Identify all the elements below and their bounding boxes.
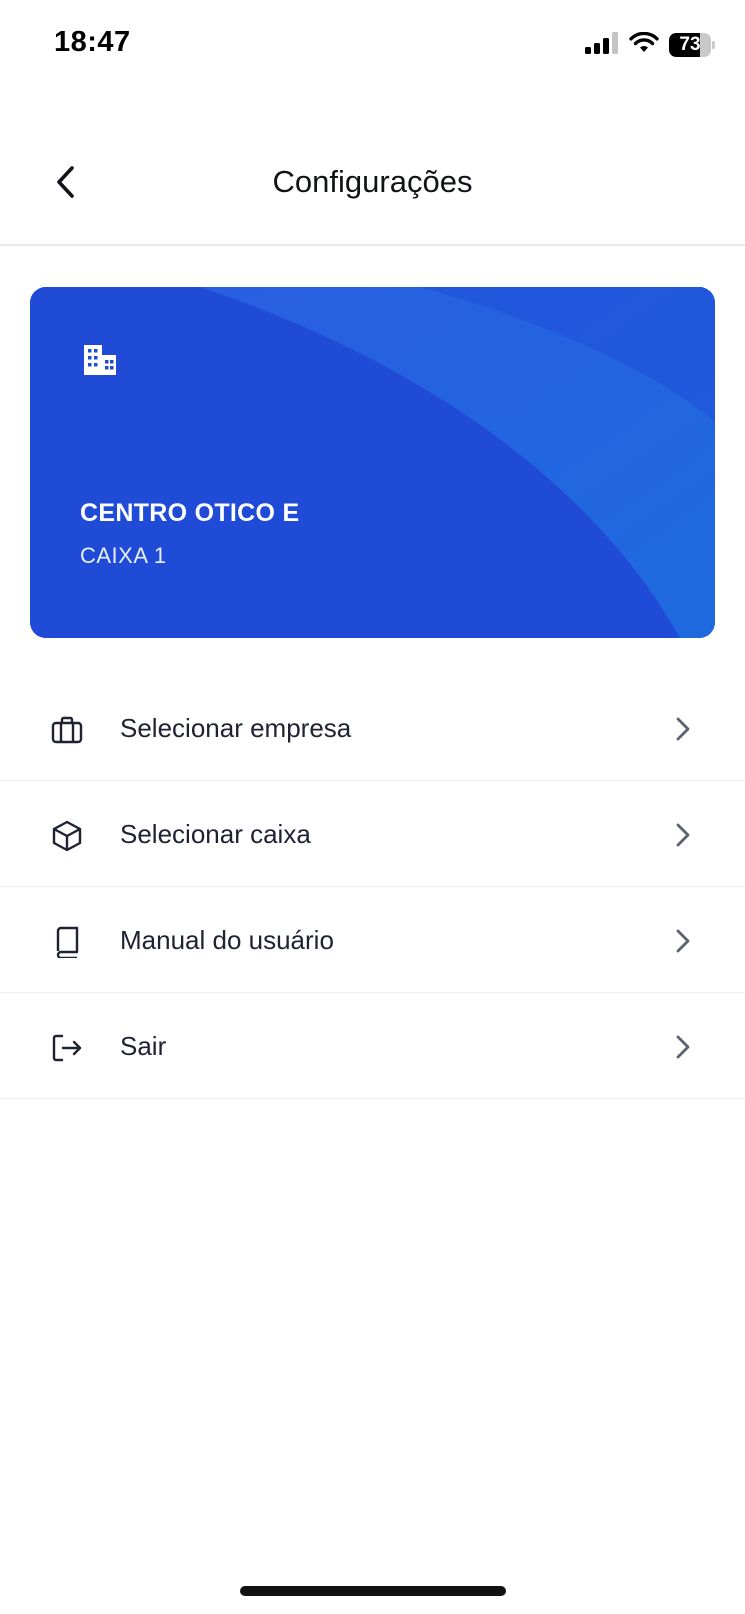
company-card: CENTRO OTICO E CAIXA 1 xyxy=(30,287,715,638)
menu-item-select-cash-register[interactable]: Selecionar caixa xyxy=(0,781,745,887)
book-icon xyxy=(50,925,84,959)
cash-register-name: CAIXA 1 xyxy=(80,543,167,568)
logout-icon xyxy=(50,1031,84,1065)
status-icons: 73 xyxy=(585,31,715,59)
card-background-waves xyxy=(30,287,715,638)
menu-item-label: Selecionar empresa xyxy=(120,713,352,743)
battery-icon: 73 xyxy=(669,33,715,57)
menu-item-label: Sair xyxy=(120,1031,167,1061)
menu-item-user-manual[interactable]: Manual do usuário xyxy=(0,887,745,993)
company-name: CENTRO OTICO E xyxy=(80,499,300,527)
wifi-icon xyxy=(629,31,659,59)
home-indicator[interactable] xyxy=(240,1586,506,1596)
chevron-right-icon xyxy=(671,821,695,849)
page-title: Configurações xyxy=(272,164,473,199)
status-time: 18:47 xyxy=(54,26,131,58)
navigation-header: Configurações xyxy=(0,130,745,246)
menu-item-label: Selecionar caixa xyxy=(120,819,311,849)
battery-level: 73 xyxy=(679,34,701,55)
menu-item-logout[interactable]: Sair xyxy=(0,993,745,1099)
building-icon xyxy=(82,341,118,377)
chevron-right-icon xyxy=(671,715,695,743)
cellular-signal-icon xyxy=(585,31,619,59)
menu-item-select-company[interactable]: Selecionar empresa xyxy=(0,675,745,781)
settings-screen: 18:47 73 Configurações CENTRO OTICO E CA… xyxy=(0,0,745,1614)
menu-item-label: Manual do usuário xyxy=(120,925,334,955)
settings-menu: Selecionar empresa Selecionar caixa Manu… xyxy=(0,675,745,1099)
briefcase-icon xyxy=(50,713,84,747)
status-bar: 18:47 73 xyxy=(0,0,745,90)
chevron-right-icon xyxy=(671,1033,695,1061)
cube-icon xyxy=(50,819,84,853)
chevron-right-icon xyxy=(671,927,695,955)
